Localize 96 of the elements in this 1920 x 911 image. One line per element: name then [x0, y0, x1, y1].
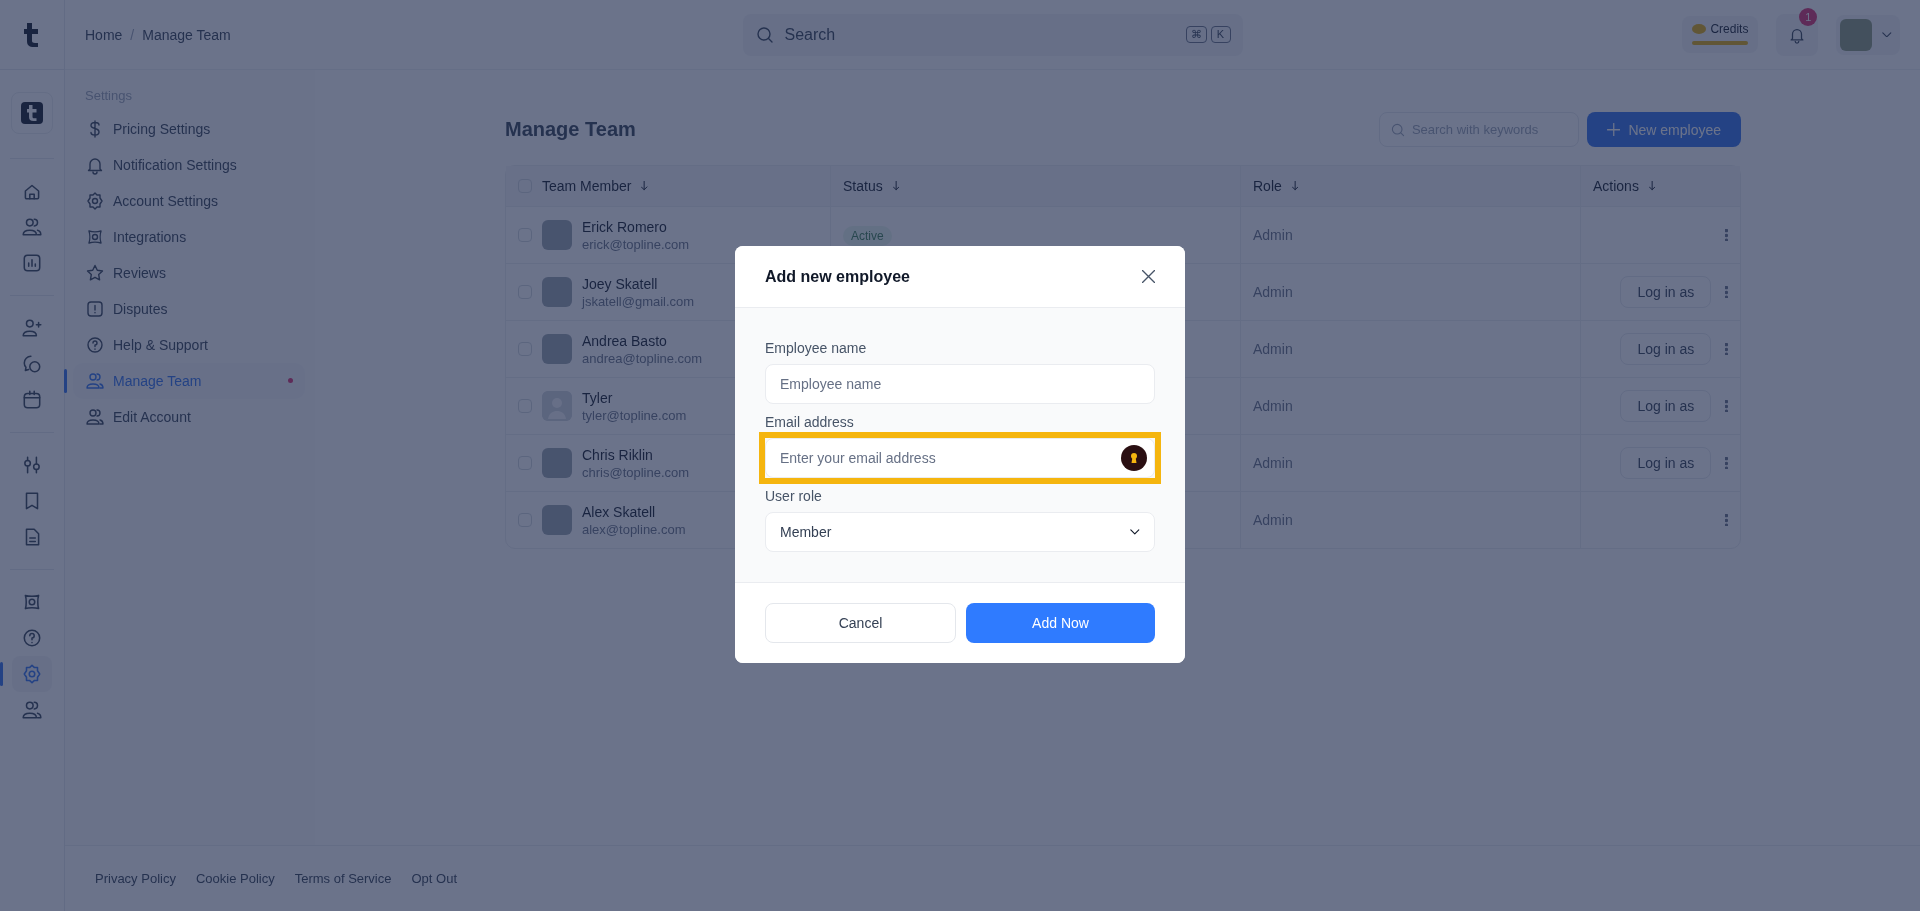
users-icon	[85, 371, 105, 391]
more-options-icon	[1725, 342, 1728, 356]
settings-menu-item[interactable]: Help & Support	[73, 327, 305, 363]
settings-menu-item[interactable]: Pricing Settings	[73, 111, 305, 147]
search-icon	[754, 24, 775, 45]
search-icon	[1389, 121, 1406, 138]
sort-arrow-icon	[1648, 181, 1656, 191]
user-plus-icon	[21, 317, 43, 339]
settings-menu-item[interactable]: Integrations	[73, 219, 305, 255]
more-options-icon	[1725, 228, 1728, 242]
column-header[interactable]: Status	[843, 178, 883, 194]
member-name: Chris Riklin	[582, 446, 654, 463]
name-input-field[interactable]: Employee name	[765, 364, 1155, 404]
page-title: Manage Team	[505, 118, 637, 141]
chevron-down-icon	[1882, 31, 1892, 38]
integration-icon	[85, 227, 105, 247]
avatar-photo	[542, 277, 572, 307]
help-icon	[21, 627, 43, 649]
credits-label: Credits	[1710, 22, 1749, 36]
member-name: Alex Skatell	[582, 503, 657, 520]
field-label: Email address	[765, 414, 855, 430]
settings-menu-item[interactable]: Reviews	[73, 255, 305, 291]
global-search-field[interactable]: Search ⌘ K	[742, 13, 1243, 56]
log-in-as-button[interactable]: Log in as	[1620, 390, 1712, 422]
sort-arrow-icon	[892, 181, 899, 191]
bell-icon	[85, 155, 105, 175]
column-header[interactable]: Actions	[1593, 178, 1639, 194]
shortcut-key: K	[1210, 26, 1231, 43]
add-now-button[interactable]: Add Now	[966, 603, 1155, 643]
alert-icon	[85, 299, 105, 319]
sliders-icon	[21, 454, 43, 476]
member-name: Erick Romero	[582, 218, 668, 235]
cancel-button[interactable]: Cancel	[765, 603, 956, 643]
credits-widget[interactable]: Credits	[1682, 16, 1759, 53]
more-options-icon	[1725, 285, 1728, 299]
log-in-as-button[interactable]: Log in as	[1620, 276, 1712, 308]
keyhole-icon	[1121, 445, 1147, 471]
footer-link[interactable]: Terms of Service	[294, 871, 392, 886]
avatar-photo	[1840, 18, 1873, 51]
close-icon	[1142, 270, 1155, 283]
users-icon	[21, 216, 43, 238]
settings-menu-item[interactable]: Notification Settings	[73, 147, 305, 183]
settings-menu-item[interactable]: Disputes	[73, 291, 305, 327]
field-label: Employee name	[765, 340, 868, 356]
gear-icon	[85, 191, 105, 211]
sort-arrow-icon	[641, 181, 648, 191]
credits-bar	[1692, 41, 1749, 45]
member-name: Andrea Basto	[582, 332, 668, 349]
log-in-as-button[interactable]: Log in as	[1620, 333, 1712, 365]
footer-link[interactable]: Cookie Policy	[195, 871, 275, 886]
more-options-icon	[1725, 456, 1728, 470]
chevron-down-icon	[1130, 529, 1140, 535]
status-badge: Active	[843, 226, 892, 246]
avatar-photo	[542, 334, 572, 364]
help-icon	[85, 335, 105, 355]
settings-menu-item[interactable]: Account Settings	[73, 183, 305, 219]
plus-icon	[1606, 122, 1621, 137]
field-label: User role	[765, 488, 823, 504]
new-employee-button[interactable]: New employee	[1586, 112, 1741, 147]
users-icon	[85, 407, 105, 427]
shortcut-key: ⌘	[1185, 26, 1207, 43]
role-select[interactable]: Member	[765, 512, 1155, 552]
coin-icon	[1692, 24, 1707, 34]
breadcrumb-item[interactable]: Home	[85, 26, 123, 43]
profile-menu-button[interactable]	[1836, 14, 1900, 55]
avatar-photo	[542, 448, 572, 478]
more-options-icon	[1725, 399, 1728, 413]
gear-icon	[21, 663, 43, 685]
more-options-icon	[1725, 513, 1728, 527]
avatar-photo	[542, 220, 572, 250]
column-header[interactable]: Role	[1253, 178, 1282, 194]
calendar-icon	[21, 389, 43, 411]
footer-link[interactable]: Privacy Policy	[95, 871, 176, 886]
notification-badge: 1	[1799, 7, 1818, 26]
chart-icon	[21, 252, 43, 274]
logo-icon	[21, 102, 43, 124]
star-icon	[85, 263, 105, 283]
sort-arrow-icon	[1291, 181, 1299, 191]
dialog-title: Add new employee	[765, 267, 910, 286]
close-button[interactable]	[1142, 270, 1155, 283]
search-placeholder: Search	[784, 25, 837, 44]
breadcrumb-separator: /	[130, 26, 135, 43]
active-indicator	[0, 662, 3, 686]
email-input-field[interactable]: Enter your email address	[765, 438, 1155, 478]
active-indicator	[64, 369, 67, 393]
member-name: Tyler	[582, 389, 614, 406]
chat-icon	[21, 353, 43, 375]
log-in-as-button[interactable]: Log in as	[1620, 447, 1712, 479]
breadcrumb-item[interactable]: Manage Team	[142, 26, 231, 43]
users-icon	[21, 699, 43, 721]
settings-menu-item[interactable]: Edit Account	[73, 399, 305, 435]
footer-link[interactable]: Opt Out	[411, 871, 458, 886]
logo-icon	[23, 21, 41, 48]
member-name: Joey Skatell	[582, 275, 659, 292]
avatar-photo	[542, 505, 572, 535]
column-header[interactable]: Team Member	[542, 178, 632, 194]
